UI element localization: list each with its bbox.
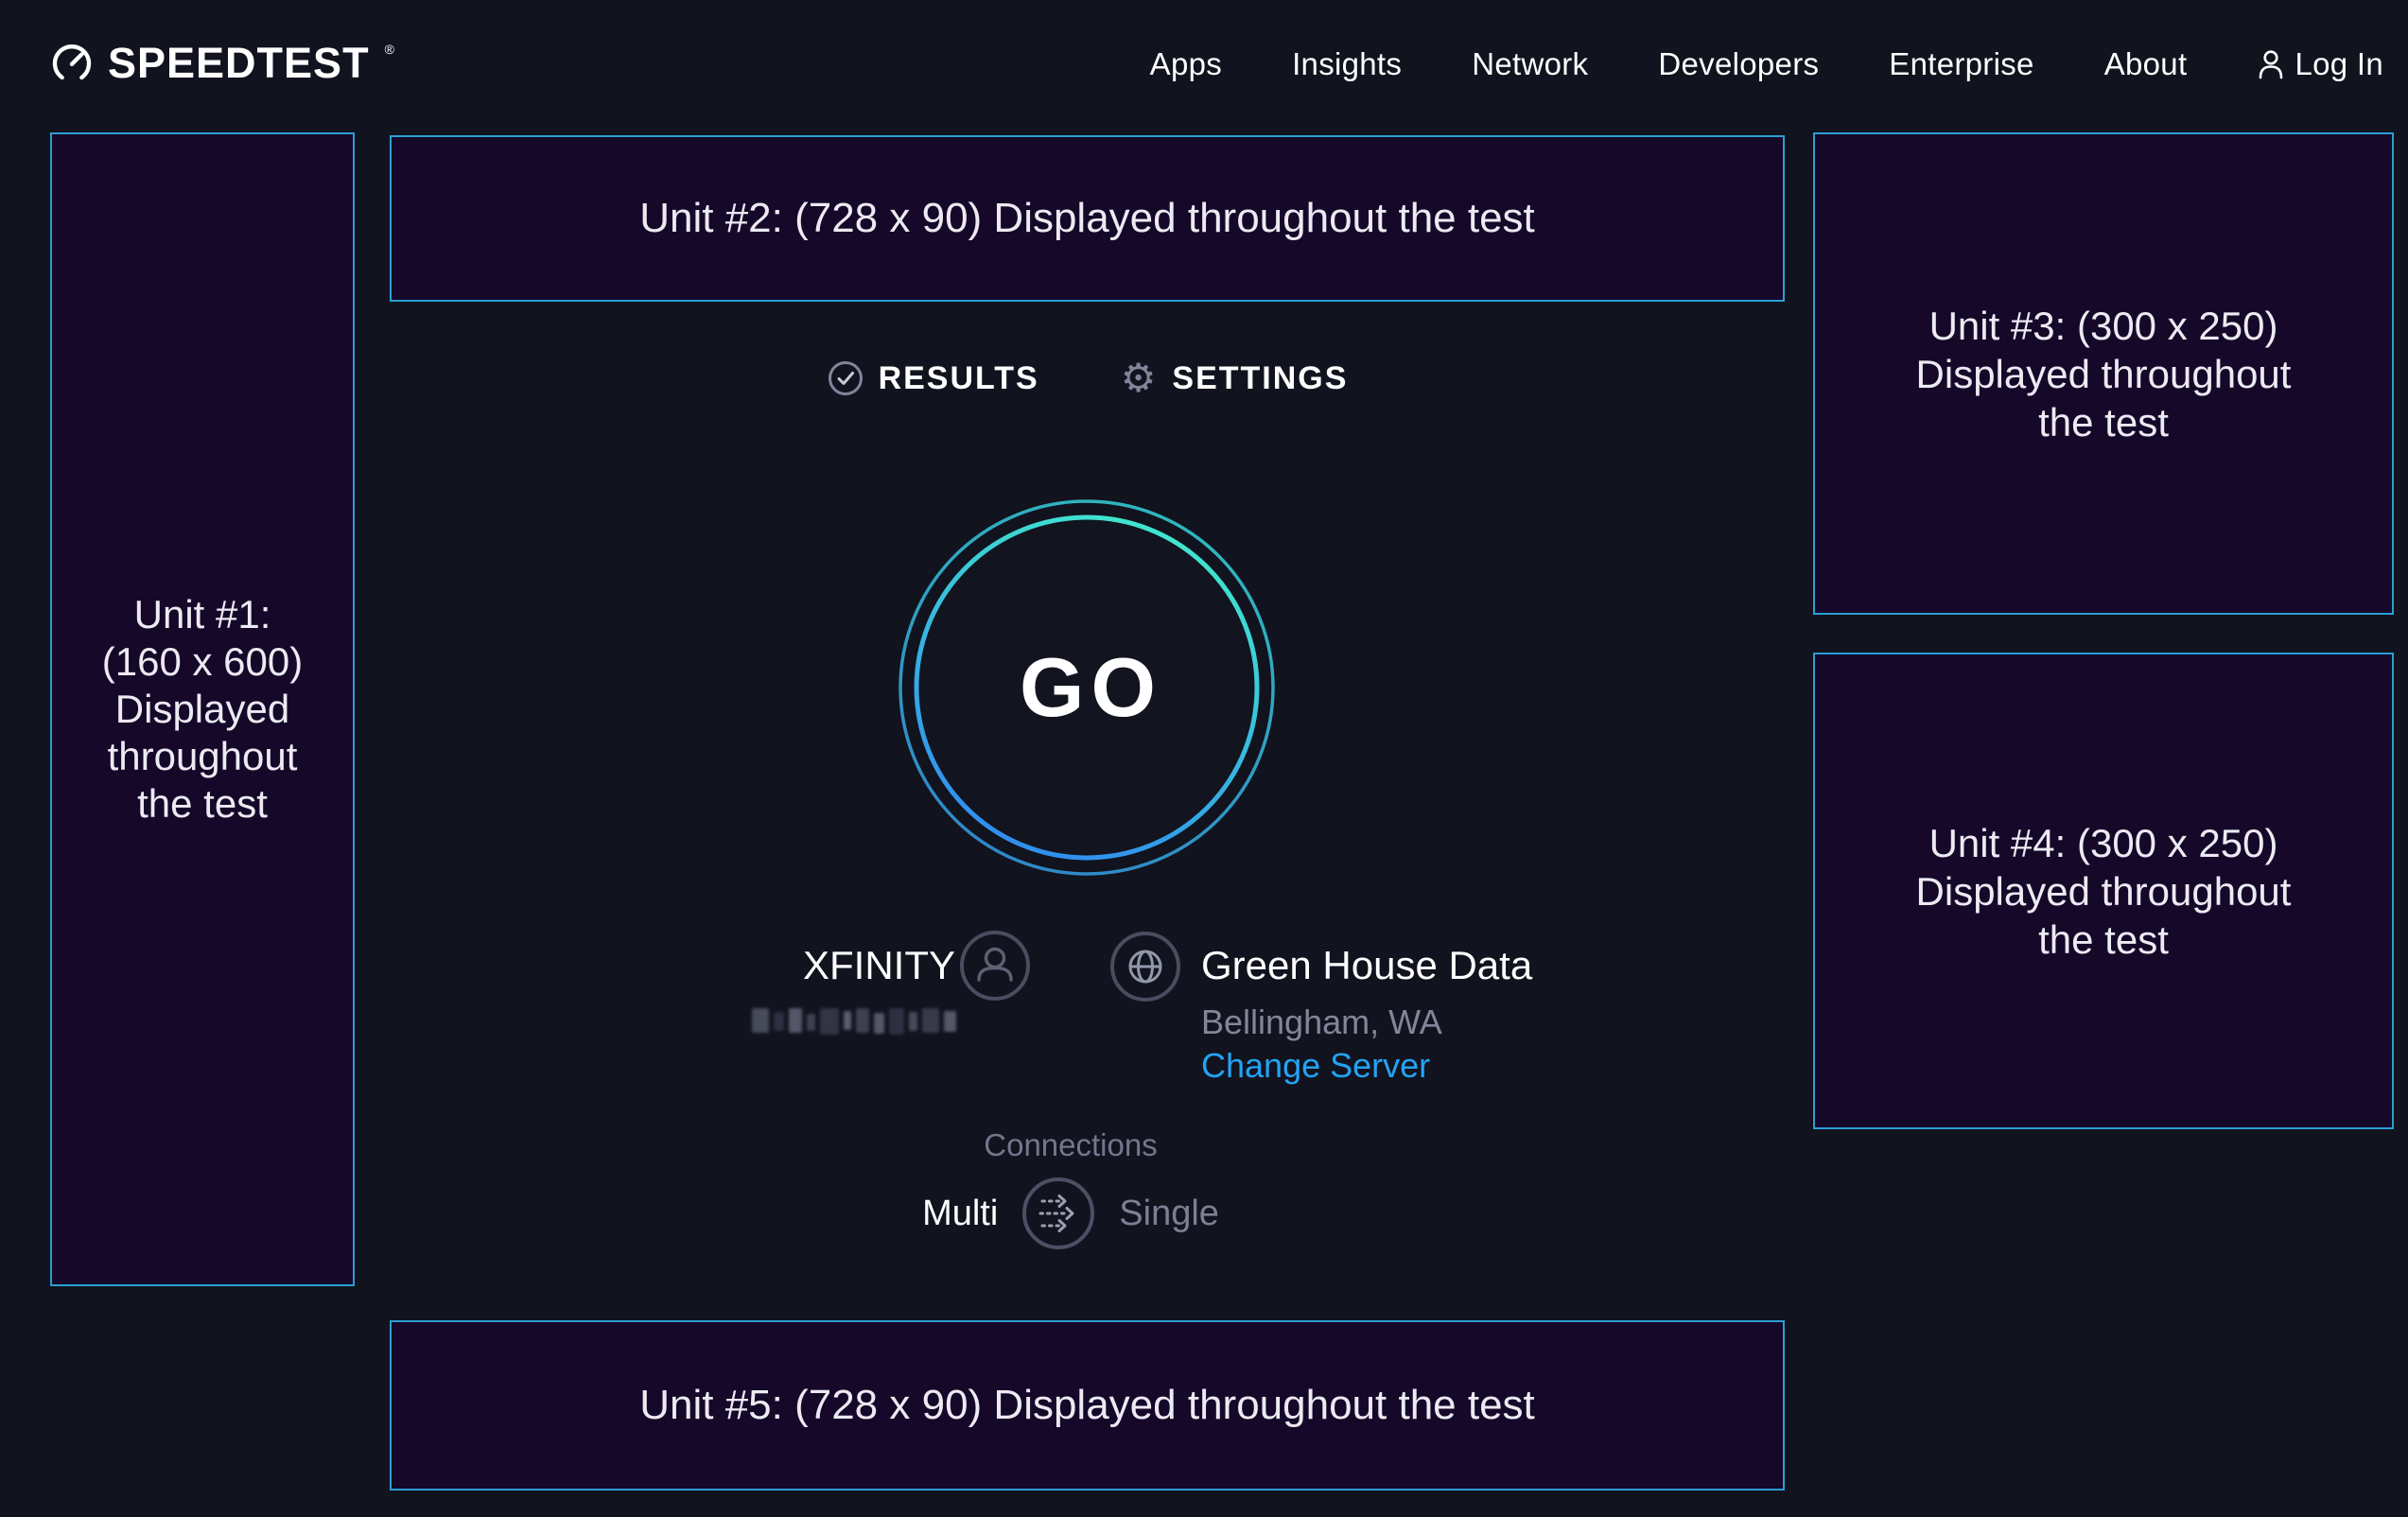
connections-multi-option[interactable]: Multi xyxy=(922,1194,998,1234)
multi-connection-toggle-icon[interactable] xyxy=(1021,1176,1096,1251)
server-globe-icon xyxy=(1109,931,1181,1003)
connections-single-option[interactable]: Single xyxy=(1119,1194,1219,1234)
main-nav: Apps Insights Network Developers Enterpr… xyxy=(1150,0,2383,129)
ad-text-line: Unit #3: (300 x 250) xyxy=(1929,302,2278,350)
tab-settings-label: SETTINGS xyxy=(1172,360,1348,397)
ad-text-line: Unit #4: (300 x 250) xyxy=(1929,819,2278,867)
settings-gear-icon: ⚙ xyxy=(1121,360,1159,396)
ad-unit-4-rectangle[interactable]: Unit #4: (300 x 250) Displayed throughou… xyxy=(1813,653,2394,1129)
nav-item-insights[interactable]: Insights xyxy=(1292,46,1402,82)
speedometer-gauge-icon xyxy=(49,40,95,85)
nav-item-network[interactable]: Network xyxy=(1472,46,1588,82)
tab-results-label: RESULTS xyxy=(879,360,1039,397)
ad-text-line: (160 x 600) xyxy=(102,638,303,686)
ad-text-line: Displayed throughout xyxy=(1916,350,2292,398)
isp-user-badge-icon xyxy=(959,930,1031,1002)
server-name: Green House Data xyxy=(1201,943,1532,988)
nav-item-about[interactable]: About xyxy=(2104,46,2188,82)
nav-item-apps[interactable]: Apps xyxy=(1150,46,1222,82)
user-icon xyxy=(2257,48,2285,80)
view-tabs: RESULTS ⚙ SETTINGS xyxy=(390,359,1785,397)
ad-unit-5-leaderboard[interactable]: Unit #5: (728 x 90) Displayed throughout… xyxy=(390,1320,1785,1491)
go-button[interactable]: GO xyxy=(894,495,1280,881)
ad-text-line: the test xyxy=(137,780,268,828)
ip-address-redacted xyxy=(752,1008,956,1038)
brand-trademark: ® xyxy=(385,42,394,57)
tab-results[interactable]: RESULTS xyxy=(827,359,1039,397)
ad-text-line: the test xyxy=(2038,915,2169,964)
speedtest-page: SPEEDTEST ® Apps Insights Network Develo… xyxy=(0,0,2408,1517)
server-location: Bellingham, WA xyxy=(1201,1003,1442,1042)
nav-item-enterprise[interactable]: Enterprise xyxy=(1889,46,2033,82)
speedtest-logo[interactable]: SPEEDTEST ® xyxy=(49,40,394,85)
go-button-label: GO xyxy=(894,495,1280,881)
ad-text-line: Unit #5: (728 x 90) Displayed throughout… xyxy=(639,1381,1535,1430)
connections-row: Multi Single xyxy=(881,1176,1260,1251)
nav-item-login[interactable]: Log In xyxy=(2257,46,2383,82)
ad-text-line: the test xyxy=(2038,398,2169,446)
isp-name: XFINITY xyxy=(747,943,955,988)
connections-title: Connections xyxy=(881,1127,1260,1163)
ad-text-line: Unit #2: (728 x 90) Displayed throughout… xyxy=(639,194,1535,243)
ad-text-line: Displayed throughout xyxy=(1916,867,2292,915)
login-label: Log In xyxy=(2295,46,2383,82)
change-server-link[interactable]: Change Server xyxy=(1201,1046,1430,1086)
ad-unit-2-leaderboard[interactable]: Unit #2: (728 x 90) Displayed throughout… xyxy=(390,135,1785,302)
ad-unit-3-rectangle[interactable]: Unit #3: (300 x 250) Displayed throughou… xyxy=(1813,132,2394,615)
ad-text-line: Displayed xyxy=(115,686,289,733)
ad-text-line: throughout xyxy=(108,733,298,780)
ad-text-line: Unit #1: xyxy=(134,591,271,638)
brand-name: SPEEDTEST xyxy=(108,42,370,84)
nav-item-developers[interactable]: Developers xyxy=(1658,46,1819,82)
check-circle-icon xyxy=(827,359,864,397)
ad-unit-1-skyscraper[interactable]: Unit #1: (160 x 600) Displayed throughou… xyxy=(50,132,355,1286)
tab-settings[interactable]: ⚙ SETTINGS xyxy=(1121,359,1349,397)
